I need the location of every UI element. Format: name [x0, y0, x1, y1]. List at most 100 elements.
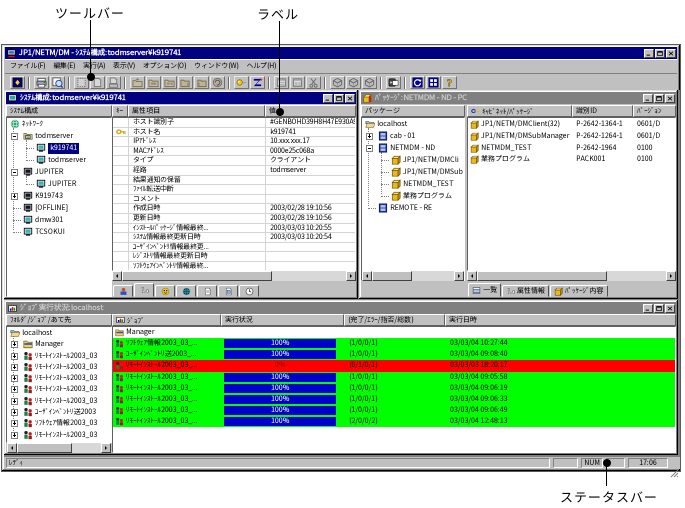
- system-config-minimize-button[interactable]: [323, 94, 333, 103]
- system-config-tab-6[interactable]: [239, 285, 259, 297]
- package-tab-2[interactable]: ﾊﾟｯｹｰｼﾞ内容: [550, 285, 608, 297]
- attribute-row[interactable]: 作成日時2003/02/28 19:10:56: [113, 204, 355, 214]
- menu-item-1[interactable]: 編集(E): [50, 59, 78, 73]
- toolbar-button-tb-cube2[interactable]: [346, 76, 361, 89]
- job-tree-item[interactable]: localhost: [7, 328, 111, 339]
- tree-expand-plus-box[interactable]: [11, 341, 18, 348]
- scroll-left-button[interactable]: [7, 443, 17, 453]
- attribute-table-hscrollbar[interactable]: [112, 271, 356, 281]
- package-maximize-button[interactable]: [654, 94, 664, 103]
- job-status-titlebar[interactable]: ｼﾞｮﾌﾞ実行状況:localhost: [6, 302, 676, 314]
- toolbar-button-tb-folder-in[interactable]: [146, 76, 161, 89]
- system-config-tree-item[interactable]: ﾈｯﾄﾜｰｸ: [7, 119, 111, 131]
- attribute-row[interactable]: ホスト識別子#GENBOHD39H8H47E930A93HDT$: [113, 118, 355, 128]
- toolbar-button-tb-winview[interactable]: [290, 76, 305, 89]
- attribute-row[interactable]: コメント: [113, 195, 355, 205]
- attribute-row[interactable]: MACｱﾄﾞﾚｽ0000e25c068a: [113, 147, 355, 157]
- toolbar-button-tb-preview[interactable]: [50, 76, 65, 89]
- system-config-tab-2[interactable]: [155, 285, 175, 297]
- package-tab-0[interactable]: 一覧: [468, 283, 501, 297]
- toolbar-button-tb-print[interactable]: [34, 76, 49, 89]
- system-config-tree-item[interactable]: K919743: [7, 191, 111, 203]
- attr-col-1[interactable]: 属性項目: [128, 105, 265, 117]
- tree-expand-minus-box[interactable]: [366, 145, 373, 152]
- scroll-left-button[interactable]: [362, 271, 372, 281]
- main-titlebar[interactable]: JP1/NETM/DM - ｼｽﾃﾑ構成:todmserver¥k919741: [5, 47, 677, 59]
- scroll-thumb[interactable]: [122, 271, 272, 281]
- toolbar-button-tb-cut[interactable]: [306, 76, 321, 89]
- package-row[interactable]: JP1/NETM/DMSubManagerP-2642-1264-10601/D: [468, 131, 675, 143]
- package-tree-hscrollbar[interactable]: [362, 271, 464, 281]
- package-tree-item[interactable]: JP1/NETM/DMCli: [362, 155, 464, 167]
- tree-expand-plus-box[interactable]: [11, 353, 18, 360]
- job-row[interactable]: ﾘﾓｰﾄｲﾝｽﾄｰﾙ2003_03_...100%(2/0/0/2)03/03/…: [113, 416, 675, 427]
- tree-expand-plus-box[interactable]: [366, 133, 373, 140]
- scroll-right-button[interactable]: [101, 443, 111, 453]
- scroll-right-button[interactable]: [346, 271, 356, 281]
- system-config-tree-item[interactable]: k919741: [7, 143, 111, 155]
- tree-expand-minus-box[interactable]: [11, 169, 18, 176]
- attribute-row[interactable]: 経路todmserver: [113, 166, 355, 176]
- tree-expand-minus-box[interactable]: [11, 133, 18, 140]
- package-row[interactable]: JP1/NETM/DMClient(32)P-2642-1364-10601/D: [468, 119, 675, 131]
- job-status-minimize-button[interactable]: [643, 304, 653, 313]
- tree-expand-plus-box[interactable]: [11, 193, 18, 200]
- menu-item-5[interactable]: ウィンドウ(W): [191, 59, 241, 73]
- package-tree-item[interactable]: REMOTE - RE: [362, 203, 464, 215]
- pkg-col-1[interactable]: 識別ID: [572, 105, 633, 117]
- tree-expand-plus-box[interactable]: [11, 432, 18, 439]
- package-tree-item[interactable]: JP1/NETM/DMSub: [362, 167, 464, 179]
- toolbar-button-tb-grid[interactable]: [426, 76, 441, 89]
- job-tree-item[interactable]: Manager: [7, 339, 111, 350]
- system-config-tab-3[interactable]: [176, 285, 196, 297]
- package-list-hscrollbar[interactable]: [467, 271, 676, 281]
- attribute-row[interactable]: 更新日時2003/02/28 19:10:56: [113, 214, 355, 224]
- package-tree-item[interactable]: NETMDM_TEST: [362, 179, 464, 191]
- job-tree-hscrollbar[interactable]: [7, 443, 111, 453]
- tree-expand-plus-box[interactable]: [11, 364, 18, 371]
- job-row[interactable]: ｿﾌﾄｳｪｱ情報2003_03_...100%(1/0/0/1)03/03/04…: [113, 338, 675, 349]
- job-status-close-button[interactable]: [665, 304, 675, 313]
- job-row[interactable]: Manager: [113, 327, 675, 338]
- system-config-tab-5[interactable]: [218, 285, 238, 297]
- pkg-col-0[interactable]: ｷｬﾋﾞﾈｯﾄ/ﾊﾟｯｹｰｼﾞ: [467, 105, 572, 117]
- menu-item-6[interactable]: ヘルプ(H): [243, 59, 279, 73]
- toolbar-button-tb-folder-up[interactable]: [130, 76, 145, 89]
- menu-item-0[interactable]: ファイル(F): [7, 59, 48, 73]
- scroll-thumb[interactable]: [17, 443, 72, 453]
- job-row[interactable]: ﾘﾓｰﾄｲﾝｽﾄｰﾙ2003_03_...0%(0/1/0/1)03/03/03…: [113, 360, 675, 371]
- job-tree-item[interactable]: ﾘﾓｰﾄｲﾝｽﾄｰﾙ2003_03: [7, 362, 111, 373]
- job-tree-item[interactable]: ﾘﾓｰﾄｲﾝｽﾄｰﾙ2003_03: [7, 396, 111, 407]
- package-tab-1[interactable]: 属性情報: [502, 285, 549, 297]
- system-config-tree-item[interactable]: [OFFLINE]: [7, 203, 111, 215]
- system-config-titlebar[interactable]: ｼｽﾃﾑ構成:todmserver¥k919741: [6, 92, 356, 104]
- scroll-left-button[interactable]: [467, 271, 477, 281]
- job-col-1[interactable]: 実行状況: [221, 314, 344, 326]
- tree-expand-plus-box[interactable]: [11, 398, 18, 405]
- attribute-row[interactable]: ホスト名k919741: [113, 128, 355, 138]
- attribute-row[interactable]: ﾕｰｻﾞｲﾝﾍﾞﾝﾄﾘ情報最終更...: [113, 243, 355, 253]
- package-titlebar[interactable]: ﾊﾟｯｹｰｼﾞ:NETMDM - ND - PC: [361, 92, 676, 104]
- attribute-row[interactable]: タイプクライアント: [113, 156, 355, 166]
- job-col-3[interactable]: 実行日時: [445, 314, 676, 326]
- main-minimize-button[interactable]: [644, 49, 654, 58]
- tree-expand-plus-box[interactable]: [11, 420, 18, 427]
- toolbar-button-tb-refresh[interactable]: [410, 76, 425, 89]
- attribute-row[interactable]: IPｱﾄﾞﾚｽ10.xxx.xxx.17: [113, 137, 355, 147]
- job-row[interactable]: ﾘﾓｰﾄｲﾝｽﾄｰﾙ2003_03_...100%(1/0/0/1)03/03/…: [113, 405, 675, 416]
- menu-item-2[interactable]: 実行(A): [80, 59, 108, 73]
- toolbar-button-tb-folder-rot[interactable]: [210, 76, 225, 89]
- scroll-track[interactable]: [272, 271, 346, 281]
- job-tree-item[interactable]: ｿﾌﾄｳｪｱ情報2003_03: [7, 418, 111, 429]
- tree-expand-plus-box[interactable]: [11, 375, 18, 382]
- system-config-close-button[interactable]: [345, 94, 355, 103]
- package-tree-item[interactable]: localhost: [362, 119, 464, 131]
- package-tree-item[interactable]: NETMDM - ND: [362, 143, 464, 155]
- toolbar-button-tb-cube[interactable]: [330, 76, 345, 89]
- menu-item-4[interactable]: オプション(O): [140, 59, 189, 73]
- job-col-2[interactable]: (完了/ｴﾗｰ/指否/総数): [344, 314, 445, 326]
- toolbar-button-tb-ball[interactable]: [234, 76, 249, 89]
- job-row[interactable]: ﾘﾓｰﾄｲﾝｽﾄｰﾙ2003_03_...100%(1/0/0/1)03/03/…: [113, 394, 675, 405]
- package-row[interactable]: 業務プログラムPACK0010100: [468, 154, 675, 166]
- system-config-tree-item[interactable]: todmserver: [7, 131, 111, 143]
